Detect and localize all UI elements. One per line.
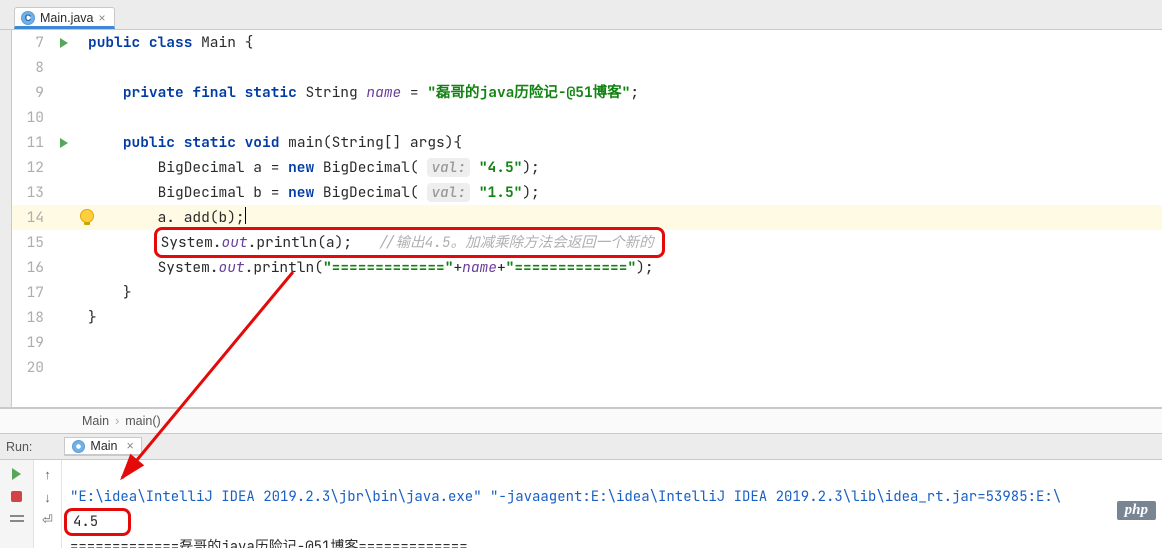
run-toolbar-secondary: ↑ ↓ ⏎: [34, 460, 62, 548]
console-result-line: =============磊哥的java历险记-@51博客===========…: [70, 538, 468, 548]
console-output[interactable]: "E:\idea\IntelliJ IDEA 2019.2.3\jbr\bin\…: [62, 460, 1162, 548]
layout-icon[interactable]: [9, 510, 25, 526]
run-gutter-icon[interactable]: [52, 38, 76, 48]
file-tab-label: Main.java: [40, 11, 94, 25]
code-editor[interactable]: 7 public class Main { 8 9 private final …: [12, 30, 1162, 407]
watermark-php: php: [1117, 501, 1156, 520]
breadcrumb-item[interactable]: Main: [82, 414, 109, 428]
run-gutter-icon[interactable]: [52, 138, 76, 148]
java-class-icon: C: [21, 11, 35, 25]
file-tab-main-java[interactable]: C Main.java ×: [14, 7, 115, 29]
run-toolbar-primary: [0, 460, 34, 548]
rerun-icon[interactable]: [9, 466, 25, 482]
run-tool-header: Run: Main ×: [0, 434, 1162, 460]
wrap-icon[interactable]: ⏎: [40, 512, 56, 528]
intention-bulb-icon[interactable]: [80, 209, 94, 223]
left-gutter-spine: [0, 30, 12, 407]
stop-icon[interactable]: [9, 488, 25, 504]
line-number: 7: [12, 30, 52, 55]
console-result-line: 4.5: [73, 513, 98, 531]
close-icon[interactable]: ×: [127, 439, 134, 453]
run-tab-label: Main: [90, 439, 117, 453]
breadcrumb: Main › main(): [0, 408, 1162, 434]
editor-tab-bar: C Main.java ×: [0, 0, 1162, 30]
run-tab-main[interactable]: Main ×: [64, 437, 141, 456]
close-icon[interactable]: ×: [99, 11, 106, 25]
text-caret: [245, 207, 246, 224]
run-label: Run:: [6, 440, 32, 454]
breadcrumb-item[interactable]: main(): [125, 414, 160, 428]
down-icon[interactable]: ↓: [40, 489, 56, 505]
java-class-icon: [72, 440, 85, 453]
up-icon[interactable]: ↑: [40, 466, 56, 482]
